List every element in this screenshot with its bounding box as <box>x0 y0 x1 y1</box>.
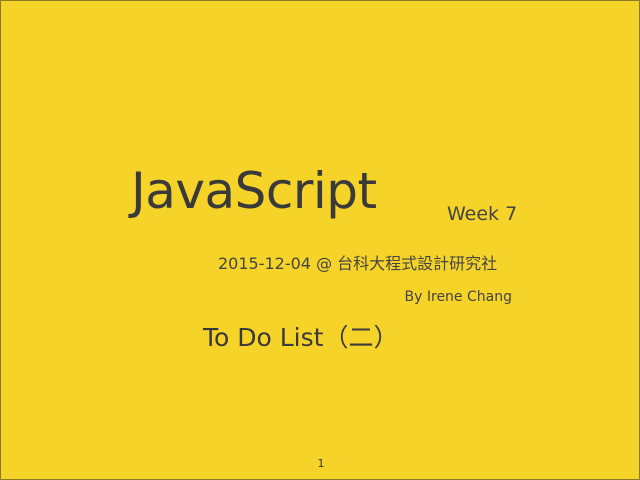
date-venue-line: 2015-12-04 @ 台科大程式設計研究社 <box>218 254 498 273</box>
slide: JavaScript Week 7 2015-12-04 @ 台科大程式設計研究… <box>0 0 640 480</box>
slide-subtitle: To Do List（二） <box>203 323 399 352</box>
author-line: By Irene Chang <box>404 289 512 305</box>
page-number: 1 <box>317 457 325 470</box>
week-label: Week 7 <box>447 203 518 225</box>
slide-title: JavaScript <box>131 162 377 220</box>
